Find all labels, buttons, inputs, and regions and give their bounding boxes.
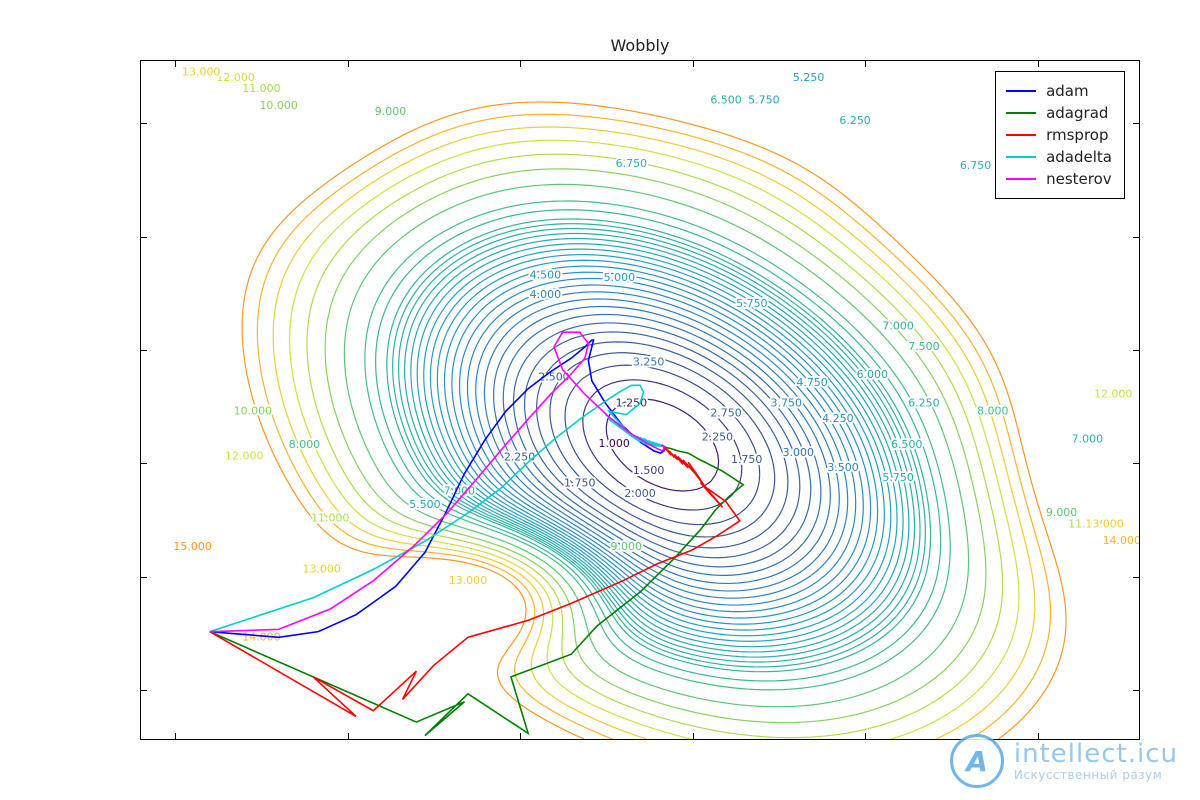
watermark-title: intellect.icu <box>1014 740 1178 769</box>
contour-label: 11.000 <box>311 512 349 525</box>
legend-item-nesterov: nesterov <box>1006 168 1112 190</box>
legend-swatch <box>1006 112 1036 114</box>
contour-label: 6.000 <box>857 368 888 381</box>
chart-axes: 1.250 1.000 1.500 1.750 1.750 2.000 2.250 2.250… <box>140 60 1140 740</box>
contour-label: 5.500 <box>409 498 440 511</box>
legend: adam adagrad rmsprop adadelta nesterov <box>995 71 1125 199</box>
legend-item-rmsprop: rmsprop <box>1006 124 1112 146</box>
contour-label: 5.000 <box>604 271 635 284</box>
contour-label: 12.000 <box>216 71 254 84</box>
contour-label: 5.250 <box>793 71 824 84</box>
contour-label: 10.000 <box>259 99 297 112</box>
contour-label: 13.000 <box>1085 517 1123 530</box>
contour-label: 4.500 <box>530 269 561 282</box>
contour-label: 2.250 <box>702 430 733 443</box>
contour-label: 7.000 <box>882 320 913 333</box>
contour-label: 3.500 <box>827 461 858 474</box>
contour-label: 13.000 <box>449 574 487 587</box>
contour-label: 12.000 <box>225 450 263 463</box>
contour-label: 1.750 <box>731 453 762 466</box>
legend-label: adagrad <box>1046 104 1108 122</box>
contour-label: 1.750 <box>564 477 595 490</box>
contour-label: 4.000 <box>530 288 561 301</box>
contour-label: 8.000 <box>289 438 320 451</box>
plot-surface: 1.250 1.000 1.500 1.750 1.750 2.000 2.250 2.250… <box>141 61 1139 739</box>
legend-swatch <box>1006 156 1036 158</box>
legend-label: adadelta <box>1046 148 1112 166</box>
contour-label: 9.000 <box>375 105 406 118</box>
legend-item-adagrad: adagrad <box>1006 102 1112 124</box>
figure: Wobbly 1.250 1.000 1.500 1.750 1.750 2.000 2.2… <box>0 0 1200 800</box>
watermark-subtitle: Искусственный разум <box>1014 769 1178 782</box>
contour-label: 8.000 <box>977 404 1008 417</box>
contour-label: 2.750 <box>710 407 741 420</box>
legend-label: nesterov <box>1046 170 1112 188</box>
contour-label: 12.000 <box>1094 387 1132 400</box>
contour-label: 1.250 <box>616 396 647 409</box>
contour-label: 10.000 <box>234 404 272 417</box>
contour-label: 1.000 <box>598 437 629 450</box>
contour-label: 7.000 <box>1072 433 1103 446</box>
contour-label: 4.250 <box>822 412 853 425</box>
legend-item-adadelta: adadelta <box>1006 146 1112 168</box>
legend-item-adam: adam <box>1006 80 1112 102</box>
contour-label: 13.000 <box>182 65 220 78</box>
contour-label: 6.250 <box>839 114 870 127</box>
contour-label: 6.500 <box>891 438 922 451</box>
contour-label: 6.750 <box>616 157 647 170</box>
legend-label: adam <box>1046 82 1089 100</box>
contour-label: 6.750 <box>960 159 991 172</box>
chart-title: Wobbly <box>140 36 1140 55</box>
contour-label: 3.750 <box>771 396 802 409</box>
contour-line <box>242 102 1066 739</box>
watermark-text: intellect.icu Искусственный разум <box>1014 740 1178 782</box>
contour-label: 3.250 <box>633 356 664 369</box>
watermark: A intellect.icu Искусственный разум <box>950 734 1178 788</box>
legend-label: rmsprop <box>1046 126 1108 144</box>
contour-label: 15.000 <box>173 540 211 553</box>
contour-line <box>273 127 1035 739</box>
contour-label: 3.000 <box>783 446 814 459</box>
contour-label: 7.500 <box>908 340 939 353</box>
contour-label: 1.500 <box>633 464 664 477</box>
contour-line <box>257 114 1050 739</box>
contour-label: 9.000 <box>611 540 642 553</box>
contour-label: 4.750 <box>796 376 827 389</box>
watermark-logo-icon: A <box>950 734 1004 788</box>
contour-label: 6.500 <box>710 94 741 107</box>
contour-label: 6.250 <box>908 396 939 409</box>
legend-swatch <box>1006 134 1036 136</box>
contour-label: 2.000 <box>624 487 655 500</box>
contour-label: 14.000 <box>1103 534 1140 547</box>
legend-swatch <box>1006 90 1036 92</box>
contour-label: 11.000 <box>242 82 280 95</box>
contour-label: 5.750 <box>736 297 767 310</box>
contour-label: 2.250 <box>504 451 535 464</box>
contour-label: 5.750 <box>882 471 913 484</box>
contour-label: 13.000 <box>302 563 340 576</box>
legend-swatch <box>1006 178 1036 180</box>
contour-label: 5.750 <box>748 94 779 107</box>
